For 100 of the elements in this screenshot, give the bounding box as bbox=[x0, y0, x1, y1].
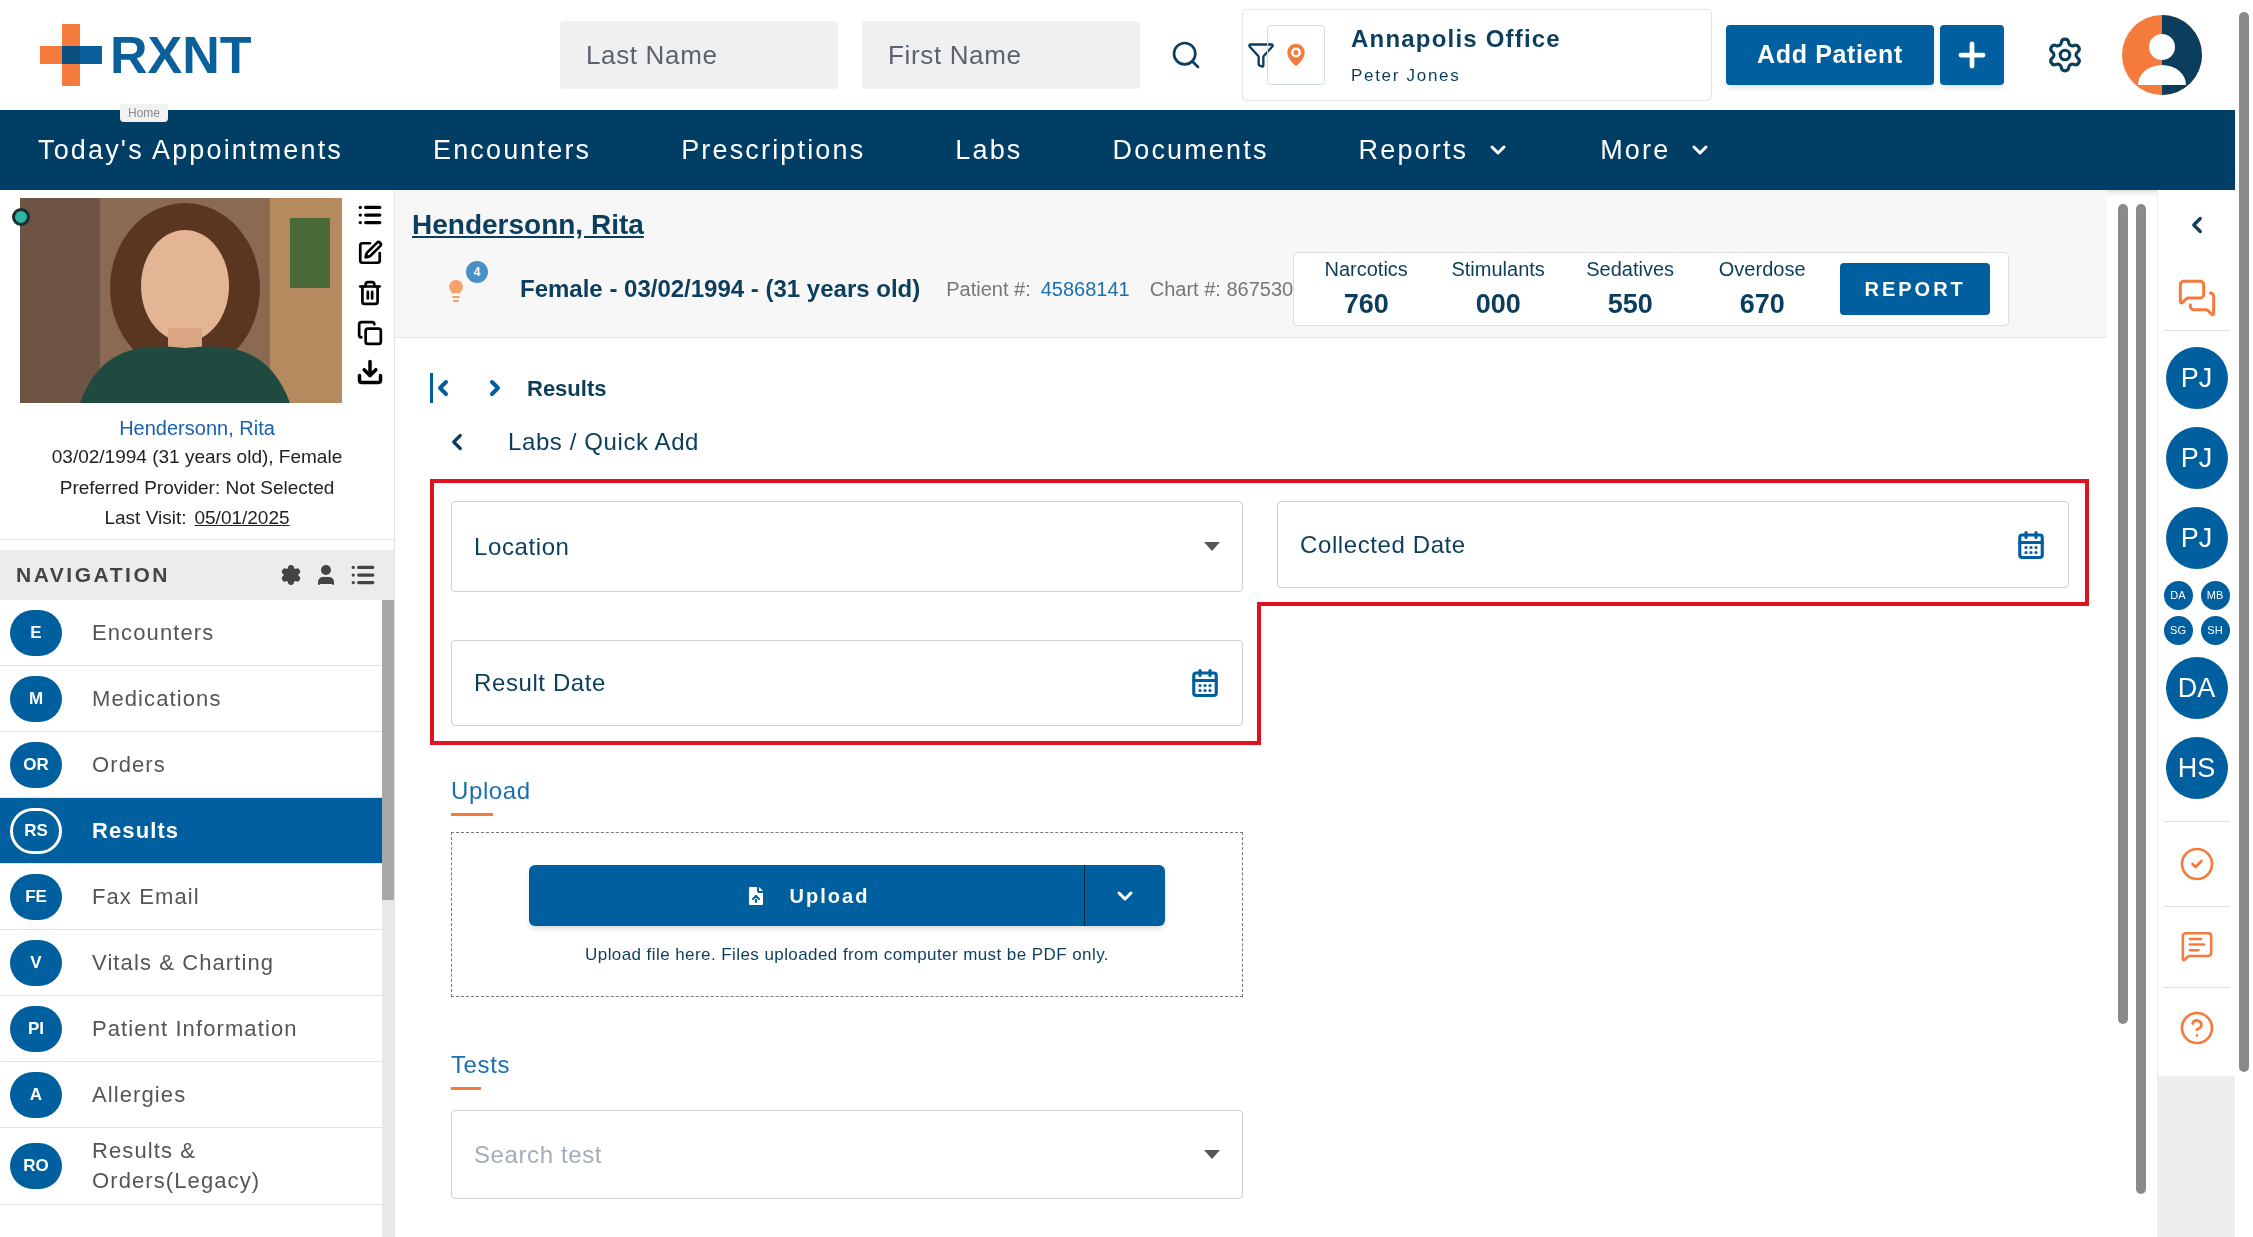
patient-summary: Female - 03/02/1994 - (31 years old) bbox=[520, 274, 921, 304]
location-pin-badge bbox=[1267, 25, 1325, 85]
navigation-label: Fax Email bbox=[92, 882, 201, 911]
scrollbar[interactable] bbox=[2136, 204, 2146, 1194]
message-icon[interactable] bbox=[2179, 929, 2214, 963]
navigation-label: Vitals & Charting bbox=[92, 948, 276, 977]
contact-avatar[interactable]: SG bbox=[2163, 616, 2193, 645]
scrollbar[interactable] bbox=[2118, 204, 2128, 1024]
initials-badge: RS bbox=[10, 807, 62, 854]
navigation-label: Allergies bbox=[92, 1080, 188, 1109]
stat-value: 760 bbox=[1343, 287, 1389, 321]
breadcrumb-path: Labs / Quick Add bbox=[508, 427, 700, 457]
location-dropdown[interactable]: Location bbox=[451, 501, 1243, 592]
navigation-label: Orders bbox=[92, 750, 167, 779]
initials-badge: E bbox=[10, 609, 62, 656]
date-field[interactable]: Result Date bbox=[451, 640, 1243, 726]
menu-item[interactable]: Labs bbox=[955, 129, 1023, 171]
navigation-label: Encounters bbox=[92, 618, 216, 647]
office-selector[interactable]: Annapolis Office Peter Jones bbox=[1242, 9, 1712, 101]
chat-icon[interactable] bbox=[2176, 278, 2217, 318]
contact-avatar[interactable]: MB bbox=[2200, 581, 2230, 610]
initials-badge: RO bbox=[10, 1143, 62, 1189]
date-field[interactable]: Collected Date bbox=[1277, 501, 2069, 588]
patient-number-label: Patient #: bbox=[946, 277, 1031, 302]
upload-section-title: Upload bbox=[451, 776, 531, 806]
settings-icon[interactable] bbox=[280, 564, 302, 586]
contact-avatar[interactable]: HS bbox=[2165, 737, 2228, 799]
menu-item[interactable]: Today's Appointments bbox=[38, 129, 343, 171]
navigation-title: NAVIGATION bbox=[16, 562, 171, 589]
home-tooltip: Home bbox=[120, 104, 168, 122]
last-visit-link[interactable]: 05/01/2025 bbox=[194, 504, 290, 533]
initials-badge: FE bbox=[10, 873, 62, 920]
upload-hint: Upload file here. Files uploaded from computer must be PDF only. bbox=[585, 944, 1109, 966]
menu-item[interactable]: Documents bbox=[1112, 129, 1269, 171]
field-label: Result Date bbox=[474, 668, 606, 698]
search-test-input[interactable]: Search test bbox=[474, 1136, 784, 1173]
scrollbar[interactable] bbox=[2239, 12, 2249, 1072]
user-avatar-icon[interactable] bbox=[2122, 15, 2202, 95]
delete-icon[interactable] bbox=[357, 278, 383, 308]
add-button[interactable] bbox=[1940, 25, 2004, 85]
office-user: Peter Jones bbox=[1351, 65, 1462, 88]
patient-dob: 03/02/1994 (31 years old), Female bbox=[51, 445, 343, 469]
patient-name-link[interactable]: Hendersonn, Rita bbox=[119, 413, 275, 443]
initials-badge: A bbox=[10, 1071, 62, 1118]
patient-name-link[interactable]: Hendersonn, Rita bbox=[412, 209, 644, 240]
report-button[interactable]: REPORT bbox=[1840, 263, 1991, 315]
tests-section-title: Tests bbox=[451, 1050, 510, 1080]
breadcrumb-current: Results bbox=[527, 374, 607, 403]
upload-drop-area[interactable]: Upload Upload file here. Files uploaded from computer must be PDF only. bbox=[451, 832, 1243, 997]
stat-value: 550 bbox=[1607, 287, 1653, 321]
download-icon[interactable] bbox=[356, 358, 384, 386]
stat-label: Narcotics bbox=[1324, 256, 1408, 282]
navigation-item[interactable]: RS Results bbox=[0, 798, 382, 864]
help-icon[interactable] bbox=[2178, 1010, 2215, 1046]
menu-item[interactable]: Prescriptions bbox=[681, 129, 866, 171]
contact-avatar[interactable]: DA bbox=[2165, 657, 2228, 719]
stat-label: Overdose bbox=[1718, 256, 1806, 282]
office-name: Annapolis Office bbox=[1351, 24, 1561, 55]
stat-value: 670 bbox=[1739, 287, 1785, 321]
check-icon[interactable] bbox=[2178, 846, 2215, 882]
last-name-field[interactable]: Last Name bbox=[560, 21, 838, 89]
dropdown-caret-icon bbox=[1204, 542, 1220, 551]
contact-avatar[interactable]: SH bbox=[2200, 616, 2230, 645]
calendar-icon[interactable] bbox=[1190, 668, 1220, 698]
settings-icon[interactable] bbox=[2046, 36, 2084, 74]
patient-number: 45868141 bbox=[1040, 277, 1130, 302]
navigation-label: Results & Orders(Legacy) bbox=[92, 1137, 262, 1195]
logo-text[interactable]: RXNT bbox=[110, 29, 252, 81]
initials-badge: M bbox=[10, 675, 62, 722]
search-test-dropdown[interactable]: Search test bbox=[451, 1110, 1243, 1199]
scrollbar[interactable] bbox=[382, 600, 394, 1237]
chart-number: Chart #: 867530 bbox=[1149, 277, 1294, 302]
search-icon[interactable] bbox=[1170, 39, 1202, 71]
calendar-icon[interactable] bbox=[2016, 529, 2046, 560]
stat-label: Sedatives bbox=[1586, 256, 1675, 282]
alert-count-badge: 4 bbox=[466, 261, 488, 283]
contact-avatar[interactable]: DA bbox=[2163, 581, 2193, 610]
edit-icon[interactable] bbox=[357, 240, 383, 266]
copy-icon[interactable] bbox=[357, 320, 383, 346]
contact-avatar[interactable]: PJ bbox=[2165, 427, 2228, 489]
dropdown-caret-icon bbox=[1204, 1150, 1220, 1159]
field-label: Collected Date bbox=[1300, 529, 1466, 560]
menu-item[interactable]: Encounters bbox=[433, 129, 592, 171]
field-label: Location bbox=[474, 531, 570, 562]
add-patient-button[interactable]: Add Patient bbox=[1726, 25, 1934, 85]
navigation-label: Patient Information bbox=[92, 1014, 299, 1043]
contact-avatar[interactable]: PJ bbox=[2165, 507, 2228, 569]
initials-badge: OR bbox=[10, 741, 62, 788]
first-name-field[interactable]: First Name bbox=[862, 21, 1140, 89]
last-visit-label: Last Visit: bbox=[104, 506, 187, 530]
contact-avatar[interactable]: PJ bbox=[2165, 347, 2228, 409]
navigation-label: Results bbox=[92, 816, 181, 845]
menu-item[interactable]: Reports bbox=[1358, 129, 1511, 171]
navigation-label: Medications bbox=[92, 684, 223, 713]
initials-badge: V bbox=[10, 939, 62, 986]
stat-label: Stimulants bbox=[1451, 256, 1545, 282]
menu-item[interactable]: More bbox=[1600, 129, 1713, 171]
preferred-provider: Preferred Provider: Not Selected bbox=[59, 475, 335, 500]
logo-icon bbox=[40, 24, 102, 86]
initials-badge: PI bbox=[10, 1005, 62, 1052]
